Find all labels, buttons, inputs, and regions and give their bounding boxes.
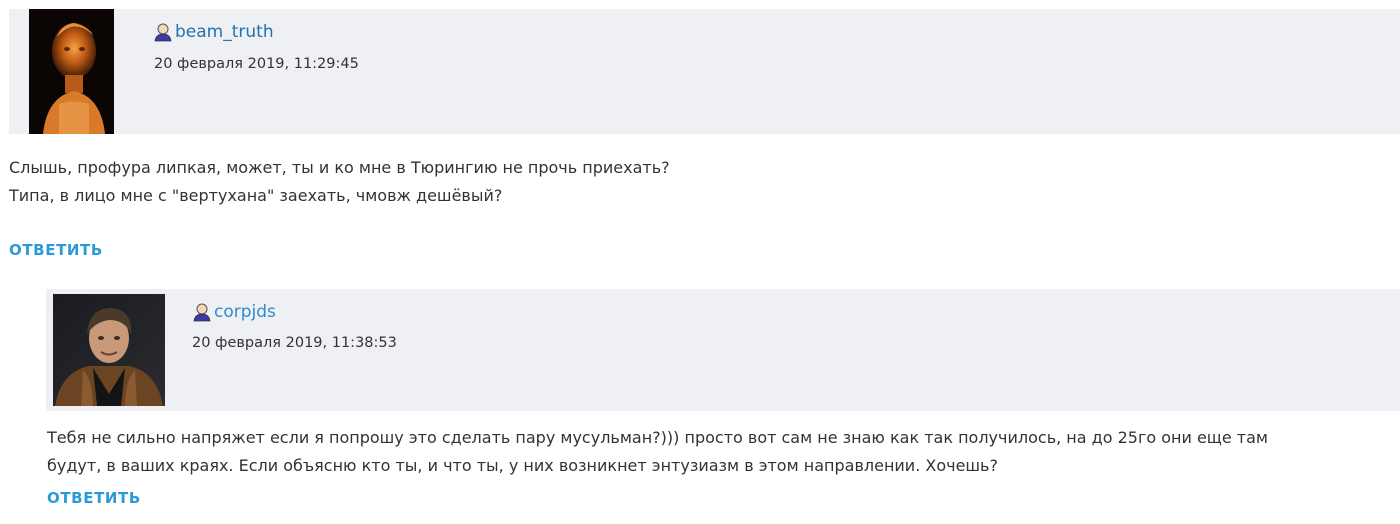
man-photo-avatar-icon [53, 294, 165, 406]
comment-header: corpjds 20 февраля 2019, 11:38:53 [46, 289, 1400, 411]
comment-body: Тебя не сильно напряжет если я попрошу э… [47, 424, 1268, 480]
reply-button[interactable]: ОТВЕТИТЬ [47, 489, 141, 507]
comment-timestamp: 20 февраля 2019, 11:38:53 [192, 335, 397, 351]
avatar[interactable] [53, 294, 165, 406]
comment-line: будут, в ваших краях. Если объясню кто т… [47, 456, 998, 475]
comment-line: Тебя не сильно напряжет если я попрошу э… [47, 428, 1268, 447]
user-icon [193, 303, 211, 322]
username-link[interactable]: corpjds [214, 302, 276, 322]
comment-reply: corpjds 20 февраля 2019, 11:38:53 Тебя н… [0, 0, 1400, 524]
author-line: corpjds [192, 302, 276, 322]
